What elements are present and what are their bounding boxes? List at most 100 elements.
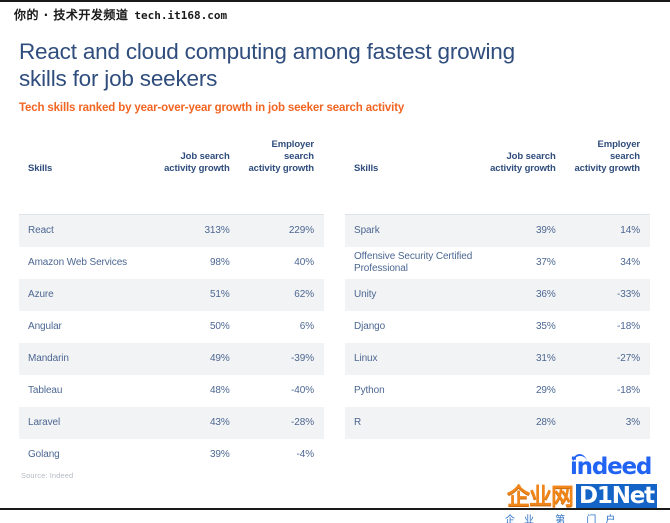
- table-left-head: Skills Job search activity growth Employ…: [19, 139, 324, 215]
- cell-employer-search-growth: 62%: [239, 279, 324, 311]
- cell-employer-search-growth: -4%: [239, 439, 324, 471]
- bottom-divider: [0, 508, 670, 510]
- cell-skill-name: Mandarin: [19, 343, 156, 375]
- table-right-body: Spark 39% 14% Offensive Security Certified …: [345, 214, 650, 439]
- table-left: Skills Job search activity growth Employ…: [19, 139, 324, 471]
- cell-employer-search-growth: -28%: [239, 407, 324, 439]
- cell-job-search-growth: 37%: [481, 247, 566, 279]
- cell-job-search-growth: 39%: [155, 439, 240, 471]
- cell-employer-search-growth: -18%: [565, 375, 650, 407]
- table-row: React 313% 229%: [19, 214, 324, 247]
- site-watermark-banner: 你的 · 技术开发频道 tech.it168.com: [0, 0, 670, 22]
- table-right-header-row: Skills Job search activity growth Employ…: [345, 139, 650, 182]
- cell-employer-search-growth: 14%: [565, 214, 650, 247]
- cell-skill-name: Unity: [345, 279, 482, 311]
- cell-job-search-growth: 43%: [155, 407, 240, 439]
- cell-job-search-growth: 98%: [155, 247, 240, 279]
- column-header-employer-search-line1: Employer search: [597, 139, 641, 162]
- column-header-skills: Skills: [28, 163, 53, 174]
- cell-job-search-growth: 28%: [481, 407, 566, 439]
- cell-skill-name: Linux: [345, 343, 482, 375]
- column-header-job-search: Job search activity growth: [155, 139, 239, 182]
- header-divider: [19, 182, 324, 215]
- cell-skill-name: Angular: [19, 311, 156, 343]
- cell-employer-search-growth: 34%: [565, 247, 650, 279]
- source-note: Source: Indeed: [21, 471, 74, 480]
- skills-table-left: Skills Job search activity growth Employ…: [19, 139, 324, 471]
- table-row: R 28% 3%: [345, 407, 650, 439]
- cell-skill-name: Amazon Web Services: [19, 247, 156, 279]
- cell-employer-search-growth: -39%: [239, 343, 324, 375]
- cell-employer-search-growth: 3%: [565, 407, 650, 439]
- cell-job-search-growth: 31%: [481, 343, 566, 375]
- table-row: Linux 31% -27%: [345, 343, 650, 375]
- cell-employer-search-growth: -27%: [565, 343, 650, 375]
- cell-skill-name: Python: [345, 375, 482, 407]
- cell-job-search-growth: 36%: [481, 279, 566, 311]
- column-header-job-search-line1: Job search: [180, 151, 230, 162]
- column-header-job-search-line1: Job search: [506, 151, 556, 162]
- column-header-employer-search-line1: Employer search: [271, 139, 315, 162]
- table-row: Python 29% -18%: [345, 375, 650, 407]
- table-row: Laravel 43% -28%: [19, 407, 324, 439]
- cell-employer-search-growth: -33%: [565, 279, 650, 311]
- cell-employer-search-growth: -40%: [239, 375, 324, 407]
- page-subtitle: Tech skills ranked by year-over-year gro…: [19, 102, 405, 114]
- d1net-watermark-logo: 企业网 D1Net: [507, 483, 670, 510]
- cell-skill-name: Golang: [19, 439, 156, 471]
- column-header-skills: Skills: [354, 163, 379, 174]
- d1net-english-wordmark: D1Net: [576, 484, 657, 509]
- cell-job-search-growth: 48%: [155, 375, 240, 407]
- cell-job-search-growth: 49%: [155, 343, 240, 375]
- table-row: Spark 39% 14%: [345, 214, 650, 247]
- table-row: Azure 51% 62%: [19, 279, 324, 311]
- cell-employer-search-growth: -18%: [565, 311, 650, 343]
- column-header-employer-search-line2: activity growth: [574, 163, 640, 174]
- table-row: Django 35% -18%: [345, 311, 650, 343]
- d1net-chinese-wordmark: 企业网: [507, 483, 574, 510]
- table-row: Golang 39% -4%: [19, 439, 324, 471]
- banner-channel-label: 你的 · 技术开发频道: [14, 8, 129, 22]
- table-right-head: Skills Job search activity growth Employ…: [345, 139, 650, 215]
- page-title: React and cloud computing among fastest …: [19, 39, 515, 91]
- slide-canvas: React and cloud computing among fastest …: [0, 22, 670, 501]
- table-left-body: React 313% 229% Amazon Web Services 98% 40% Az…: [19, 214, 324, 471]
- cell-skill-name: Spark: [345, 214, 482, 247]
- column-header-employer-search-line2: activity growth: [248, 163, 314, 174]
- cell-skill-name: Azure: [19, 279, 156, 311]
- cell-job-search-growth: 50%: [155, 311, 240, 343]
- column-header-job-search-line2: activity growth: [490, 163, 556, 174]
- column-header-job-search-line2: activity growth: [164, 163, 230, 174]
- cell-employer-search-growth: 40%: [239, 247, 324, 279]
- cell-skill-name: Django: [345, 311, 482, 343]
- table-row: Tableau 48% -40%: [19, 375, 324, 407]
- header-divider-cell: [19, 182, 324, 215]
- column-header-employer-search: Employer search activity growth: [566, 139, 650, 182]
- table-row: Offensive Security Certified Professiona…: [345, 247, 650, 279]
- table-row: Amazon Web Services 98% 40%: [19, 247, 324, 279]
- table-left-header-row: Skills Job search activity growth Employ…: [19, 139, 324, 182]
- banner-text: 你的 · 技术开发频道 tech.it168.com: [14, 6, 227, 23]
- bottom-watermark-strip: 企业 第 门户: [505, 515, 625, 523]
- banner-url: tech.it168.com: [134, 9, 228, 22]
- table-row: Unity 36% -33%: [345, 279, 650, 311]
- table-row: Mandarin 49% -39%: [19, 343, 324, 375]
- table-right: Skills Job search activity growth Employ…: [345, 139, 650, 439]
- skills-table-right: Skills Job search activity growth Employ…: [345, 139, 650, 439]
- cell-job-search-growth: 313%: [155, 214, 240, 247]
- cell-employer-search-growth: 229%: [239, 214, 324, 247]
- header-divider: [345, 182, 650, 215]
- indeed-logo: indeed: [570, 452, 662, 483]
- cell-skill-name: Offensive Security Certified Professiona…: [345, 247, 482, 279]
- column-header-job-search: Job search activity growth: [481, 139, 565, 182]
- title-block: React and cloud computing among fastest …: [19, 38, 519, 114]
- cell-job-search-growth: 29%: [481, 375, 566, 407]
- cell-job-search-growth: 35%: [481, 311, 566, 343]
- cell-skill-name: R: [345, 407, 482, 439]
- cell-skill-name: Laravel: [19, 407, 156, 439]
- cell-employer-search-growth: 6%: [239, 311, 324, 343]
- cell-job-search-growth: 39%: [481, 214, 566, 247]
- column-header-employer-search: Employer search activity growth: [240, 139, 324, 182]
- cell-job-search-growth: 51%: [155, 279, 240, 311]
- table-row: Angular 50% 6%: [19, 311, 324, 343]
